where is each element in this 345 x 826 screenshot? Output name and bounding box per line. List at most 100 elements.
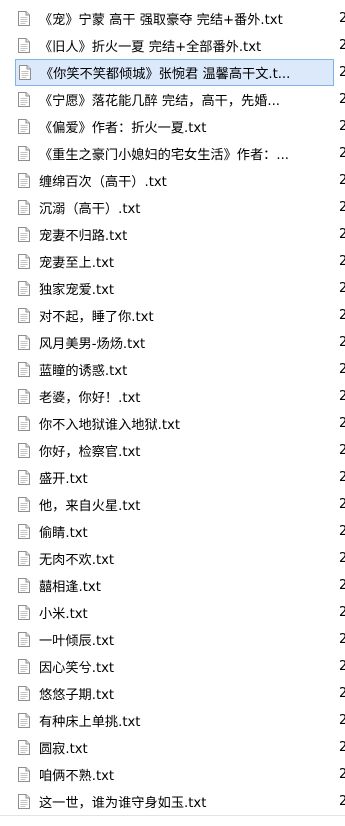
file-row[interactable]: 有种床上单挑.txt: [15, 707, 334, 734]
file-row[interactable]: 缠绵百次（高干）.txt: [15, 167, 334, 194]
file-name: 缠绵百次（高干）.txt: [39, 175, 167, 190]
file-row[interactable]: 独家宠爱.txt: [15, 275, 334, 302]
file-row[interactable]: 《偏爱》作者：折火一夏.txt: [15, 113, 334, 140]
text-document-icon: [18, 578, 30, 593]
next-column-cell: 2: [339, 470, 345, 485]
text-document-icon: [18, 767, 30, 782]
file-name: 《宠》宁蒙 高干 强取豪夺 完结+番外.txt: [39, 13, 283, 28]
text-document-icon: [18, 227, 30, 242]
file-name: 盛开.txt: [39, 472, 88, 487]
file-row[interactable]: 圆寂.txt: [15, 734, 334, 761]
next-column-cell: 2: [339, 173, 345, 188]
next-column-cell: 2: [339, 362, 345, 377]
next-column-cell: 2: [339, 551, 345, 566]
file-name: 有种床上单挑.txt: [39, 715, 141, 730]
file-row[interactable]: 《重生之豪门小媳妇的宅女生活》作者：...: [15, 140, 334, 167]
next-column-cell: 2: [339, 389, 345, 404]
file-name: 圆寂.txt: [39, 742, 88, 757]
file-row[interactable]: 蓝瞳的诱惑.txt: [15, 356, 334, 383]
text-document-icon: [18, 713, 30, 728]
file-name: 独家宠爱.txt: [39, 283, 115, 298]
text-document-icon: [18, 632, 30, 647]
next-column-cell: 2: [339, 740, 345, 755]
file-name: 悠悠子期.txt: [39, 688, 115, 703]
file-row[interactable]: 对不起，睡了你.txt: [15, 302, 334, 329]
file-row[interactable]: 偷睛.txt: [15, 518, 334, 545]
next-column-cell: 2: [339, 146, 345, 161]
file-name: 无肉不欢.txt: [39, 553, 115, 568]
file-name: 宠妻至上.txt: [39, 256, 115, 271]
file-row[interactable]: 沉溺（高干）.txt: [15, 194, 334, 221]
file-row[interactable]: 囍相逢.txt: [15, 572, 334, 599]
file-row[interactable]: 老婆，你好！.txt: [15, 383, 334, 410]
next-column-cell: 2: [339, 443, 345, 458]
file-row[interactable]: 《宁愿》落花能几醉 完结，高干，先婚...: [15, 86, 334, 113]
next-column-cell: 2: [339, 524, 345, 539]
file-row[interactable]: 风月美男-炀炀.txt: [15, 329, 334, 356]
file-row[interactable]: 一叶倾辰.txt: [15, 626, 334, 653]
text-document-icon: [18, 524, 30, 539]
text-document-icon: [18, 605, 30, 620]
text-document-icon: [18, 551, 30, 566]
text-document-icon: [18, 740, 30, 755]
next-column-cell: 2: [339, 308, 345, 323]
file-name: 沉溺（高干）.txt: [39, 202, 141, 217]
text-document-icon: [18, 11, 30, 26]
file-name: 宠妻不归路.txt: [39, 229, 128, 244]
file-row[interactable]: 这一世，谁为谁守身如玉.txt: [15, 788, 334, 815]
text-document-icon: [18, 200, 30, 215]
next-column-cell: 2: [339, 605, 345, 620]
text-document-icon: [18, 281, 30, 296]
file-name: 《旧人》折火一夏 完结+全部番外.txt: [39, 40, 262, 55]
file-row[interactable]: 悠悠子期.txt: [15, 680, 334, 707]
file-row[interactable]: 《宠》宁蒙 高干 强取豪夺 完结+番外.txt: [15, 5, 334, 32]
text-document-icon: [18, 119, 30, 134]
next-column-cell: 2: [339, 227, 345, 242]
file-name: 你好，检察官.txt: [39, 445, 141, 460]
file-row[interactable]: 宠妻至上.txt: [15, 248, 334, 275]
next-column-cell: 2: [339, 686, 345, 701]
text-document-icon: [18, 389, 30, 404]
next-column-cell: 2: [339, 794, 345, 809]
file-row[interactable]: 你不入地狱谁入地狱.txt: [15, 410, 334, 437]
file-name: 《你笑不笑都倾城》张惋君 温馨高干文.t...: [40, 67, 291, 82]
list-bottom-border: [0, 815, 345, 816]
text-document-icon: [18, 794, 30, 809]
next-column-cell: 2: [339, 416, 345, 431]
next-column-cell: 2: [339, 92, 345, 107]
file-name: 《重生之豪门小媳妇的宅女生活》作者：...: [39, 148, 289, 163]
file-row[interactable]: 因心笑兮.txt: [15, 653, 334, 680]
file-row[interactable]: 他，来自火星.txt: [15, 491, 334, 518]
file-row[interactable]: 小米.txt: [15, 599, 334, 626]
file-row[interactable]: 盛开.txt: [15, 464, 334, 491]
file-name: 小米.txt: [39, 607, 88, 622]
next-column-cell: 2: [339, 578, 345, 593]
text-document-icon: [18, 38, 30, 53]
next-column-cell: 2: [339, 11, 345, 26]
file-name: 你不入地狱谁入地狱.txt: [39, 418, 181, 433]
next-column-cell: 2: [339, 38, 345, 53]
text-document-icon: [18, 659, 30, 674]
text-document-icon: [18, 686, 30, 701]
next-column-cell: 2: [339, 767, 345, 782]
text-document-icon: [18, 92, 30, 107]
file-row[interactable]: 《你笑不笑都倾城》张惋君 温馨高干文.t...: [15, 59, 334, 86]
file-row[interactable]: 无肉不欢.txt: [15, 545, 334, 572]
file-name: 一叶倾辰.txt: [39, 634, 115, 649]
file-name: 风月美男-炀炀.txt: [39, 337, 146, 352]
next-column-cell: 2: [339, 119, 345, 134]
next-column-cell: 2: [339, 254, 345, 269]
text-document-icon: [18, 443, 30, 458]
next-column-cell: 2: [339, 713, 345, 728]
file-row[interactable]: 《旧人》折火一夏 完结+全部番外.txt: [15, 32, 334, 59]
file-name: 蓝瞳的诱惑.txt: [39, 364, 128, 379]
file-row[interactable]: 宠妻不归路.txt: [15, 221, 334, 248]
text-document-icon: [18, 254, 30, 269]
next-column-cell: 2: [339, 281, 345, 296]
file-row[interactable]: 咱俩不熟.txt: [15, 761, 334, 788]
text-document-icon: [18, 497, 30, 512]
file-name: 《宁愿》落花能几醉 完结，高干，先婚...: [39, 94, 280, 109]
text-document-icon: [19, 65, 31, 80]
file-row[interactable]: 你好，检察官.txt: [15, 437, 334, 464]
file-name: 因心笑兮.txt: [39, 661, 115, 676]
